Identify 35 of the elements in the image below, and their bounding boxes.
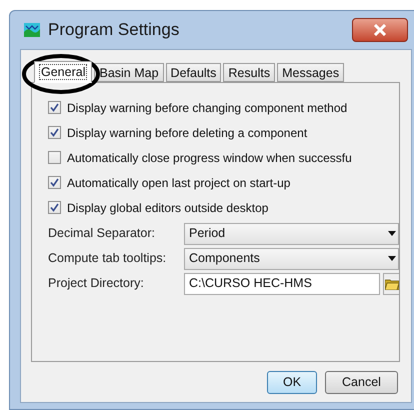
- dropdown-arrow-icon: [388, 256, 396, 261]
- dropdown[interactable]: Components: [184, 248, 399, 270]
- checkbox-label: Automatically open last project on start-up: [67, 174, 290, 192]
- checkmark-icon: [50, 103, 59, 112]
- browse-button[interactable]: [383, 272, 399, 294]
- tab[interactable]: General: [34, 61, 92, 83]
- window-title: Program Settings: [48, 19, 180, 42]
- checkmark-icon: [50, 128, 59, 137]
- checkbox[interactable]: [48, 101, 61, 114]
- field-label: Project Directory:: [48, 275, 145, 292]
- dropdown[interactable]: Period: [184, 222, 399, 244]
- tab[interactable]: Basin Map: [94, 63, 164, 82]
- dialog-button[interactable]: OK: [267, 371, 317, 394]
- checkbox[interactable]: [48, 201, 61, 214]
- tab[interactable]: Defaults: [166, 63, 222, 82]
- field-label: Compute tab tooltips:: [48, 250, 168, 268]
- tab[interactable]: Results: [223, 63, 276, 82]
- directory-field[interactable]: C:\CURSO HEC-HMS: [184, 272, 380, 294]
- folder-icon: [385, 278, 399, 290]
- checkmark-icon: [50, 203, 59, 212]
- close-icon: [373, 24, 387, 36]
- checkmark-icon: [50, 178, 59, 187]
- checkbox-label: Display warning before changing component method: [67, 100, 348, 116]
- dialog-button[interactable]: Cancel: [325, 371, 398, 394]
- checkbox-label: Display warning before deleting a component: [67, 124, 308, 142]
- field-label: Decimal Separator:: [48, 225, 156, 242]
- dropdown-arrow-icon: [388, 231, 396, 236]
- checkbox[interactable]: [48, 151, 61, 164]
- checkbox[interactable]: [48, 126, 61, 139]
- close-button[interactable]: [352, 18, 408, 42]
- checkbox-label: Display global editors outside desktop: [67, 200, 268, 216]
- app-icon: [24, 23, 40, 37]
- checkbox-label: Automatically close progress window when successfu: [67, 150, 352, 166]
- tab[interactable]: Messages: [277, 63, 344, 82]
- checkbox[interactable]: [48, 176, 61, 189]
